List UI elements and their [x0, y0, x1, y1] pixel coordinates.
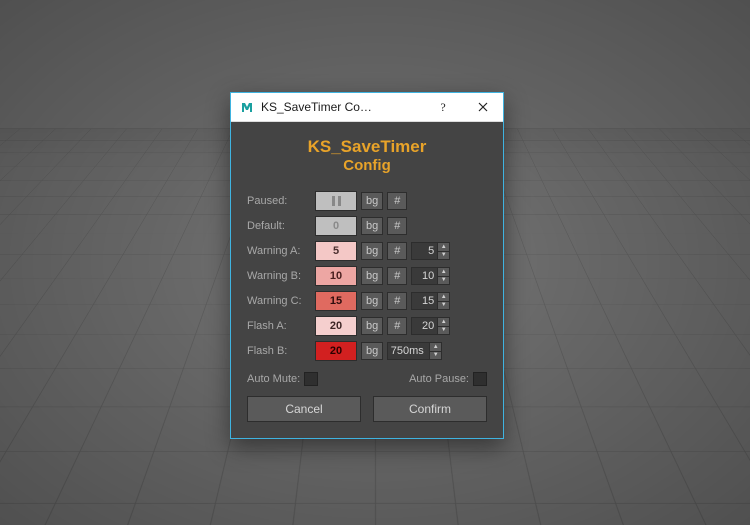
spinner-value[interactable]: 5	[411, 242, 437, 260]
row-warnA: Warning A:5bg#5▲▼	[247, 240, 487, 262]
auto-mute-checkbox[interactable]	[304, 372, 318, 386]
config-dialog: KS_SaveTimer Co… ? KS_SaveTimer Config P…	[230, 92, 504, 439]
svg-text:?: ?	[440, 100, 445, 114]
color-swatch[interactable]: 15	[315, 291, 357, 311]
bg-button[interactable]: bg	[361, 217, 383, 235]
hash-button[interactable]: #	[387, 292, 407, 310]
confirm-button[interactable]: Confirm	[373, 396, 487, 422]
spinner-up-icon[interactable]: ▲	[437, 267, 450, 277]
minutes-spinner[interactable]: 5▲▼	[411, 242, 450, 260]
spinner-value[interactable]: 750ms	[387, 342, 429, 360]
spinner-value[interactable]: 10	[411, 267, 437, 285]
spinner-down-icon[interactable]: ▼	[437, 327, 450, 336]
color-swatch[interactable]: 0	[315, 216, 357, 236]
maya-icon	[239, 99, 255, 115]
pause-icon	[332, 196, 341, 206]
minutes-spinner[interactable]: 10▲▼	[411, 267, 450, 285]
row-label: Default:	[247, 220, 311, 232]
bg-button[interactable]: bg	[361, 342, 383, 360]
color-swatch[interactable]: 5	[315, 241, 357, 261]
color-swatch[interactable]: 10	[315, 266, 357, 286]
color-swatch[interactable]: 20	[315, 341, 357, 361]
row-label: Warning C:	[247, 295, 311, 307]
row-paused: Paused: bg#	[247, 190, 487, 212]
row-label: Warning B:	[247, 270, 311, 282]
bg-button[interactable]: bg	[361, 192, 383, 210]
row-warnB: Warning B:10bg#10▲▼	[247, 265, 487, 287]
bg-button[interactable]: bg	[361, 292, 383, 310]
auto-mute-label: Auto Mute:	[247, 373, 300, 385]
color-swatch[interactable]	[315, 191, 357, 211]
minutes-spinner[interactable]: 20▲▼	[411, 317, 450, 335]
heading-title: KS_SaveTimer	[247, 136, 487, 157]
spinner-down-icon[interactable]: ▼	[437, 277, 450, 286]
window-title: KS_SaveTimer Co…	[261, 100, 423, 114]
close-button[interactable]	[463, 93, 503, 121]
bg-button[interactable]: bg	[361, 267, 383, 285]
row-warnC: Warning C:15bg#15▲▼	[247, 290, 487, 312]
spinner-down-icon[interactable]: ▼	[437, 252, 450, 261]
dialog-body: KS_SaveTimer Config Paused:bg#Default:0b…	[231, 122, 503, 438]
row-label: Flash A:	[247, 320, 311, 332]
hash-button[interactable]: #	[387, 267, 407, 285]
row-label: Paused:	[247, 195, 311, 207]
footer-options: Auto Mute: Auto Pause:	[247, 372, 487, 386]
row-flashA: Flash A:20bg#20▲▼	[247, 315, 487, 337]
hash-button[interactable]: #	[387, 217, 407, 235]
color-swatch[interactable]: 20	[315, 316, 357, 336]
interval-spinner[interactable]: 750ms▲▼	[387, 342, 442, 360]
spinner-down-icon[interactable]: ▼	[437, 302, 450, 311]
row-flashB: Flash B: 20bg750ms▲▼	[247, 340, 487, 362]
bg-button[interactable]: bg	[361, 242, 383, 260]
spinner-up-icon[interactable]: ▲	[437, 242, 450, 252]
minutes-spinner[interactable]: 15▲▼	[411, 292, 450, 310]
auto-pause-label: Auto Pause:	[409, 373, 469, 385]
button-row: Cancel Confirm	[247, 396, 487, 422]
spinner-value[interactable]: 15	[411, 292, 437, 310]
help-button[interactable]: ?	[423, 93, 463, 121]
spinner-up-icon[interactable]: ▲	[437, 292, 450, 302]
row-label: Warning A:	[247, 245, 311, 257]
heading: KS_SaveTimer Config	[247, 136, 487, 176]
heading-subtitle: Config	[247, 157, 487, 176]
hash-button[interactable]: #	[387, 317, 407, 335]
hash-button[interactable]: #	[387, 242, 407, 260]
auto-pause-checkbox[interactable]	[473, 372, 487, 386]
cancel-button[interactable]: Cancel	[247, 396, 361, 422]
hash-button[interactable]: #	[387, 192, 407, 210]
spinner-value[interactable]: 20	[411, 317, 437, 335]
titlebar[interactable]: KS_SaveTimer Co… ?	[231, 93, 503, 122]
spinner-up-icon[interactable]: ▲	[429, 342, 442, 352]
bg-button[interactable]: bg	[361, 317, 383, 335]
row-default: Default: 0bg#	[247, 215, 487, 237]
row-label: Flash B:	[247, 345, 311, 357]
spinner-down-icon[interactable]: ▼	[429, 352, 442, 361]
spinner-up-icon[interactable]: ▲	[437, 317, 450, 327]
